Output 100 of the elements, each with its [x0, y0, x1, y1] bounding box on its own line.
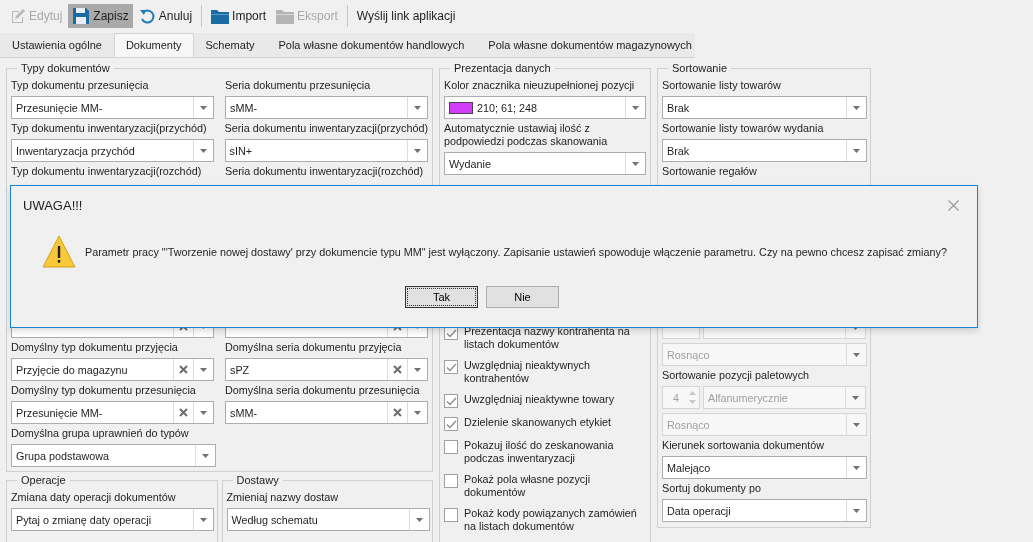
- checkbox-label: Pokaż pola własne pozycji dokumentów: [464, 473, 592, 499]
- dropdown-field[interactable]: Brak: [662, 96, 867, 119]
- checkbox[interactable]: [444, 417, 458, 431]
- field-label: Domyślna seria dokumentu przesunięcia: [225, 384, 421, 397]
- close-button[interactable]: [946, 197, 961, 213]
- field-label: Domyślna seria dokumentu przyjęcia: [225, 341, 403, 354]
- field-label: Typ dokumentu inwentaryzacji(przychód): [11, 122, 208, 135]
- field-label: Domyślny typ dokumentu przyjęcia: [11, 341, 179, 354]
- dialog-button[interactable]: Tak: [405, 286, 478, 308]
- toolbar-button[interactable]: Zapisz: [68, 4, 133, 28]
- checkbox[interactable]: [444, 474, 458, 488]
- x-icon: [393, 365, 402, 374]
- pencil-icon: [10, 8, 26, 24]
- checkbox-label: Prezentacja nazwy kontrahenta na listach dokumentów: [464, 325, 631, 351]
- checkbox[interactable]: [444, 440, 458, 454]
- group-title: Dostawy: [235, 474, 280, 486]
- tab[interactable]: Pola własne dokumentów handlowych: [266, 33, 477, 57]
- dropdown-field[interactable]: Data operacji: [662, 499, 867, 522]
- group-title: Typy dokumentów: [20, 62, 111, 74]
- dropdown-field[interactable]: Przyjęcie do magazynu: [11, 358, 214, 381]
- field-label: Typ dokumentu przesunięcia: [11, 79, 150, 92]
- group-title: Sortowanie: [671, 62, 729, 74]
- spin-arrows-icon: [689, 391, 696, 404]
- dropdown-arrow-icon: [853, 148, 860, 153]
- dropdown-arrow-icon: [200, 367, 207, 372]
- folder-icon: [211, 8, 230, 24]
- dropdown-arrow-icon: [414, 367, 421, 372]
- field-label: Zmieniaj nazwy dostaw: [226, 491, 340, 504]
- field-label: Sortowanie listy towarów wydania: [662, 122, 825, 135]
- dropdown-arrow-icon: [414, 410, 421, 415]
- toolbar-button[interactable]: Import: [207, 4, 271, 28]
- dropdown-field[interactable]: Brak: [662, 139, 867, 162]
- dropdown-arrow-icon: [414, 105, 421, 110]
- tab[interactable]: Ustawienia ogólne: [0, 33, 114, 57]
- field-label: Kierunek sortowania dokumentów: [662, 439, 826, 452]
- checkbox-label: Pokaż kody powiązanych zamówień na listach dokumentów: [464, 507, 638, 533]
- checkbox[interactable]: [444, 360, 458, 374]
- dropdown-field[interactable]: Przesunięcie MM-: [11, 401, 214, 424]
- dropdown-arrow-icon: [200, 517, 207, 522]
- dialog-message: Parametr pracy "'Tworzenie nowej dostawy' przy dokumencie typu MM" jest wyłączony. Zapisanie ustawień spowoduje włączenie parametru. Czy na pewno chcesz zapisać zmiany?: [85, 245, 947, 258]
- dropdown-arrow-icon: [853, 105, 860, 110]
- dropdown-arrow-icon: [632, 105, 639, 110]
- field-label: Typ dokumentu inwentaryzacji(rozchód): [11, 165, 203, 178]
- field-label: Seria dokumentu przesunięcia: [225, 79, 372, 92]
- checkbox-label: Dzielenie skanowanych etykiet: [464, 416, 613, 430]
- checkbox-label: Uwzględniaj nieaktywnych kontrahentów: [464, 359, 592, 385]
- undo-icon: [138, 7, 156, 25]
- dropdown-arrow-icon: [852, 395, 859, 400]
- toolbar-button[interactable]: Wyślij link aplikacji: [352, 4, 460, 28]
- tab[interactable]: Schematy: [193, 33, 267, 57]
- dialog-title: UWAGA!!!: [23, 197, 83, 213]
- field-label: Domyślna grupa uprawnień do typów: [11, 427, 190, 440]
- field-label: Sortuj dokumenty po: [662, 482, 763, 495]
- dropdown-field[interactable]: Grupa podstawowa: [11, 444, 216, 467]
- dropdown-arrow-icon: [200, 410, 207, 415]
- dropdown-field[interactable]: Wydanie: [444, 152, 646, 175]
- dropdown-arrow-icon: [853, 465, 860, 470]
- x-icon: [393, 408, 402, 417]
- color-dropdown-field[interactable]: 210; 61; 248: [444, 96, 646, 119]
- checkbox-label: Uwzględniaj nieaktywne towary: [464, 393, 616, 407]
- group-title: Operacje: [20, 474, 67, 486]
- checkbox[interactable]: [444, 394, 458, 408]
- x-icon: [179, 408, 188, 417]
- dropdown-arrow-icon: [202, 453, 209, 458]
- dropdown-arrow-icon: [415, 517, 423, 522]
- x-icon: [179, 365, 188, 374]
- dropdown-field[interactable]: Inwentaryzacja przychód: [11, 139, 214, 162]
- dropdown-arrow-icon: [199, 148, 207, 153]
- dropdown-field[interactable]: sPZ: [225, 358, 428, 381]
- field-label: Sortowanie listy towarów: [662, 79, 782, 92]
- toolbar-button[interactable]: Anuluj: [134, 4, 197, 28]
- dropdown-arrow-icon: [853, 508, 860, 513]
- field-label: Domyślny typ dokumentu przesunięcia: [11, 384, 197, 397]
- field-label: Seria dokumentu inwentaryzacji(rozchód): [225, 165, 425, 178]
- dropdown-field[interactable]: Przesunięcie MM-: [11, 96, 214, 119]
- group-title: Prezentacja danych: [453, 62, 552, 74]
- field-label: Sortowanie pozycji paletowych: [662, 369, 811, 382]
- field-label: Zmiana daty operacji dokumentów: [11, 491, 177, 504]
- folder-icon: [276, 8, 295, 24]
- checkbox[interactable]: [444, 508, 458, 522]
- field-label: Seria dokumentu inwentaryzacji(przychód): [224, 122, 428, 135]
- tab[interactable]: Pola własne dokumentów magazynowych: [476, 33, 704, 57]
- tab[interactable]: Dokumenty: [113, 33, 194, 57]
- warning-icon: [42, 235, 76, 268]
- dropdown-arrow-icon: [414, 148, 421, 153]
- dropdown-field[interactable]: sMM-: [225, 96, 428, 119]
- dropdown-field[interactable]: Według schematu: [226, 508, 430, 531]
- dropdown-arrow-icon: [853, 352, 860, 357]
- dropdown-field[interactable]: sIN+: [224, 139, 428, 162]
- dropdown-arrow-icon: [200, 105, 207, 110]
- field-label: Sortowanie regałów: [662, 165, 758, 178]
- field-label: Automatycznie ustawiaj ilość z podpowiedzi podczas skanowania: [444, 122, 609, 148]
- checkbox-label: Pokazuj ilość do zeskanowania podczas inwentaryzacji: [464, 439, 615, 465]
- dropdown-arrow-icon: [853, 422, 860, 427]
- dropdown-field[interactable]: Pytaj o zmianę daty operacji: [11, 508, 214, 531]
- dropdown-field[interactable]: Malejąco: [662, 456, 867, 479]
- dropdown-field[interactable]: sMM-: [225, 401, 428, 424]
- field-label: Kolor znacznika nieuzupełnionej pozycji: [444, 79, 636, 92]
- dropdown-arrow-icon: [632, 161, 639, 166]
- dialog-button[interactable]: Nie: [486, 286, 559, 308]
